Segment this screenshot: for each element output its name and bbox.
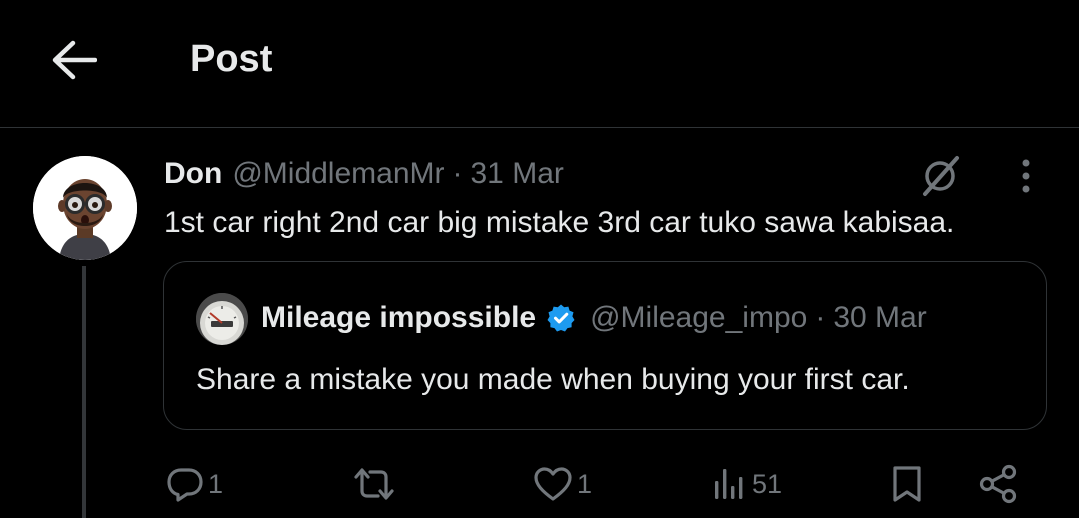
top-app-bar: Post <box>0 0 1079 128</box>
quoted-post-text: Share a mistake you made when buying you… <box>196 363 910 396</box>
repost-button[interactable] <box>352 458 400 510</box>
author-handle[interactable]: @MiddlemanMr <box>232 157 444 191</box>
like-button[interactable]: 1 <box>533 458 592 510</box>
meta-separator: · <box>452 157 463 190</box>
bookmark-icon <box>893 466 921 502</box>
share-icon <box>979 464 1017 504</box>
back-button[interactable] <box>44 30 104 90</box>
views-button[interactable]: 51 <box>712 458 782 510</box>
author-name[interactable]: Don <box>164 157 222 191</box>
grok-button[interactable] <box>914 150 966 202</box>
quoted-author-name: Mileage impossible <box>261 301 537 334</box>
analytics-icon <box>715 469 743 499</box>
quoted-author-avatar <box>196 293 248 345</box>
quoted-meta-separator: · <box>815 301 826 334</box>
more-options-button[interactable] <box>1004 154 1048 198</box>
post-text: 1st car right 2nd car big mistake 3rd ca… <box>164 206 955 239</box>
like-count: 1 <box>577 468 593 499</box>
quoted-post-meta: Mileage impossible @Mileage_impo · 30 Ma… <box>261 298 927 338</box>
arrow-left-icon <box>52 40 97 80</box>
reply-icon <box>167 468 203 502</box>
repost-icon <box>354 468 394 500</box>
odometer-avatar-icon <box>196 293 248 345</box>
quoted-post-date: 30 Mar <box>833 301 927 334</box>
page-title: Post <box>190 38 273 80</box>
heart-icon <box>534 467 572 501</box>
more-vertical-icon <box>1022 159 1030 193</box>
bookmark-button[interactable] <box>890 458 924 510</box>
grok-icon <box>923 156 959 196</box>
reply-count: 1 <box>208 468 224 499</box>
quoted-post-card[interactable]: Mileage impossible @Mileage_impo · 30 Ma… <box>163 261 1047 430</box>
post-page: Post Don @MiddlemanMr · 31 Mar 1st car r… <box>0 0 1079 518</box>
thread-connector-line <box>82 266 86 518</box>
verified-badge-icon <box>546 303 576 333</box>
quoted-author-handle: @Mileage_impo <box>590 301 808 334</box>
share-button[interactable] <box>976 458 1022 510</box>
views-count: 51 <box>752 468 783 499</box>
post-meta: Don @MiddlemanMr · 31 Mar <box>164 154 564 194</box>
memoji-avatar-icon <box>33 156 137 260</box>
post-date[interactable]: 31 Mar <box>471 157 564 191</box>
author-avatar[interactable] <box>33 156 137 260</box>
reply-button[interactable]: 1 <box>166 458 223 510</box>
